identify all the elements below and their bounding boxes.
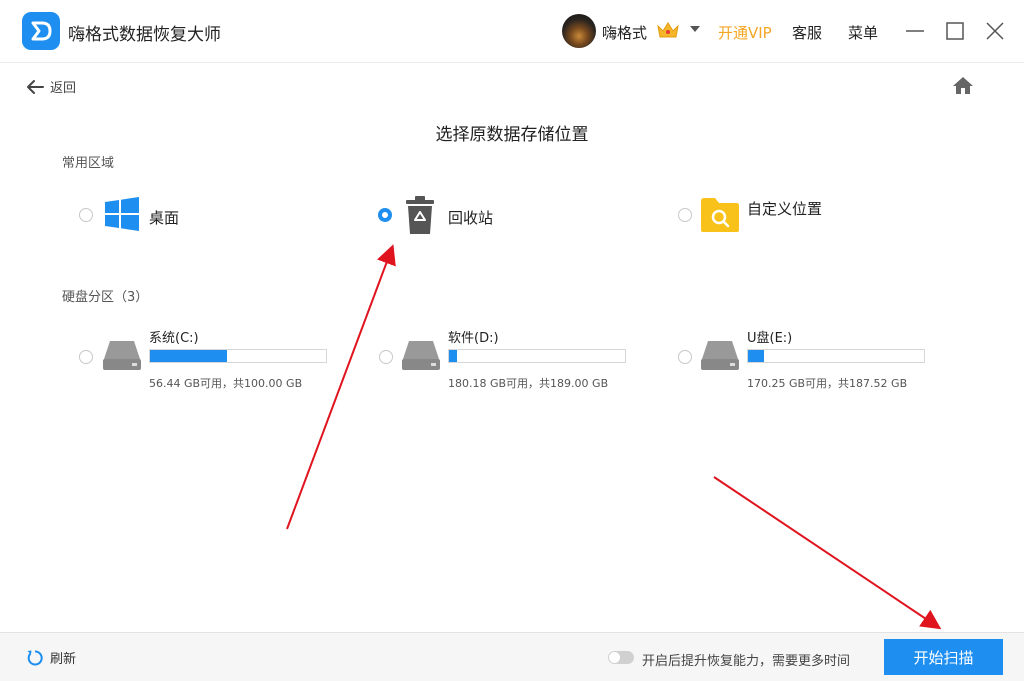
home-icon[interactable] — [952, 75, 974, 99]
app-title: 嗨格式数据恢复大师 — [68, 25, 221, 45]
windows-icon — [104, 196, 140, 236]
back-button[interactable]: 返回 — [26, 77, 76, 96]
minimize-button[interactable] — [902, 18, 928, 44]
disk-e-usage-bar — [747, 349, 925, 363]
maximize-icon — [946, 22, 964, 40]
page-title: 选择原数据存储位置 — [435, 125, 589, 145]
arrow-left-icon — [27, 79, 44, 94]
start-scan-button[interactable]: 开始扫描 — [884, 639, 1003, 675]
minimize-icon — [906, 30, 924, 32]
app-logo-icon — [22, 12, 60, 50]
radio-recycle-bin[interactable] — [378, 208, 392, 222]
menu-link[interactable]: 菜单 — [848, 22, 878, 43]
disk-d-info: 180.18 GB可用，共189.00 GB — [448, 377, 609, 390]
radio-disk-d[interactable] — [379, 350, 393, 364]
disk-c-name[interactable]: 系统(C:) — [149, 327, 199, 346]
toggle-knob — [609, 652, 620, 663]
customer-service-link[interactable]: 客服 — [792, 22, 822, 43]
location-recycle-bin[interactable]: 回收站 — [448, 207, 493, 228]
close-button[interactable] — [982, 18, 1008, 44]
disk-c-usage-fill — [150, 350, 227, 362]
disk-d-usage-fill — [449, 350, 458, 362]
location-custom[interactable]: 自定义位置 — [747, 198, 822, 219]
footer-bar — [0, 632, 1024, 681]
hard-drive-icon — [401, 339, 441, 375]
radio-custom-location[interactable] — [678, 208, 692, 222]
deep-scan-toggle[interactable] — [608, 651, 634, 664]
avatar[interactable] — [562, 14, 596, 48]
crown-icon — [656, 20, 680, 44]
radio-desktop[interactable] — [79, 208, 93, 222]
disk-d-name[interactable]: 软件(D:) — [448, 327, 499, 346]
folder-search-icon — [700, 197, 740, 237]
radio-disk-c[interactable] — [79, 350, 93, 364]
refresh-label: 刷新 — [50, 652, 77, 667]
disk-c-info: 56.44 GB可用，共100.00 GB — [149, 377, 303, 390]
username[interactable]: 嗨格式 — [602, 22, 647, 43]
hard-drive-icon — [102, 339, 142, 375]
disk-d-usage-bar — [448, 349, 626, 363]
back-label: 返回 — [50, 81, 77, 96]
deep-scan-toggle-label: 开启后提升恢复能力，需要更多时间 — [642, 654, 851, 669]
annotation-arrow-start-scan — [713, 476, 942, 630]
title-bar: 嗨格式数据恢复大师 嗨格式 开通VIP 客服 菜单 — [0, 0, 1024, 63]
close-icon — [986, 22, 1004, 40]
disk-e-usage-fill — [748, 350, 765, 362]
disk-c-usage-bar — [149, 349, 327, 363]
common-area-label: 常用区域 — [62, 156, 115, 171]
disk-e-name[interactable]: U盘(E:) — [747, 327, 792, 346]
vip-link[interactable]: 开通VIP — [718, 22, 772, 43]
disk-e-info: 170.25 GB可用，共187.52 GB — [747, 377, 908, 390]
refresh-icon — [27, 649, 43, 665]
maximize-button[interactable] — [942, 18, 968, 44]
user-dropdown-icon[interactable] — [690, 26, 700, 32]
annotation-arrow-recycle-bin — [286, 244, 396, 530]
refresh-button[interactable]: 刷新 — [26, 648, 76, 667]
location-desktop[interactable]: 桌面 — [149, 207, 179, 228]
hard-drive-icon — [700, 339, 740, 375]
radio-disk-e[interactable] — [678, 350, 692, 364]
disk-partitions-label: 硬盘分区（3） — [62, 290, 149, 305]
recycle-bin-icon — [403, 194, 437, 240]
